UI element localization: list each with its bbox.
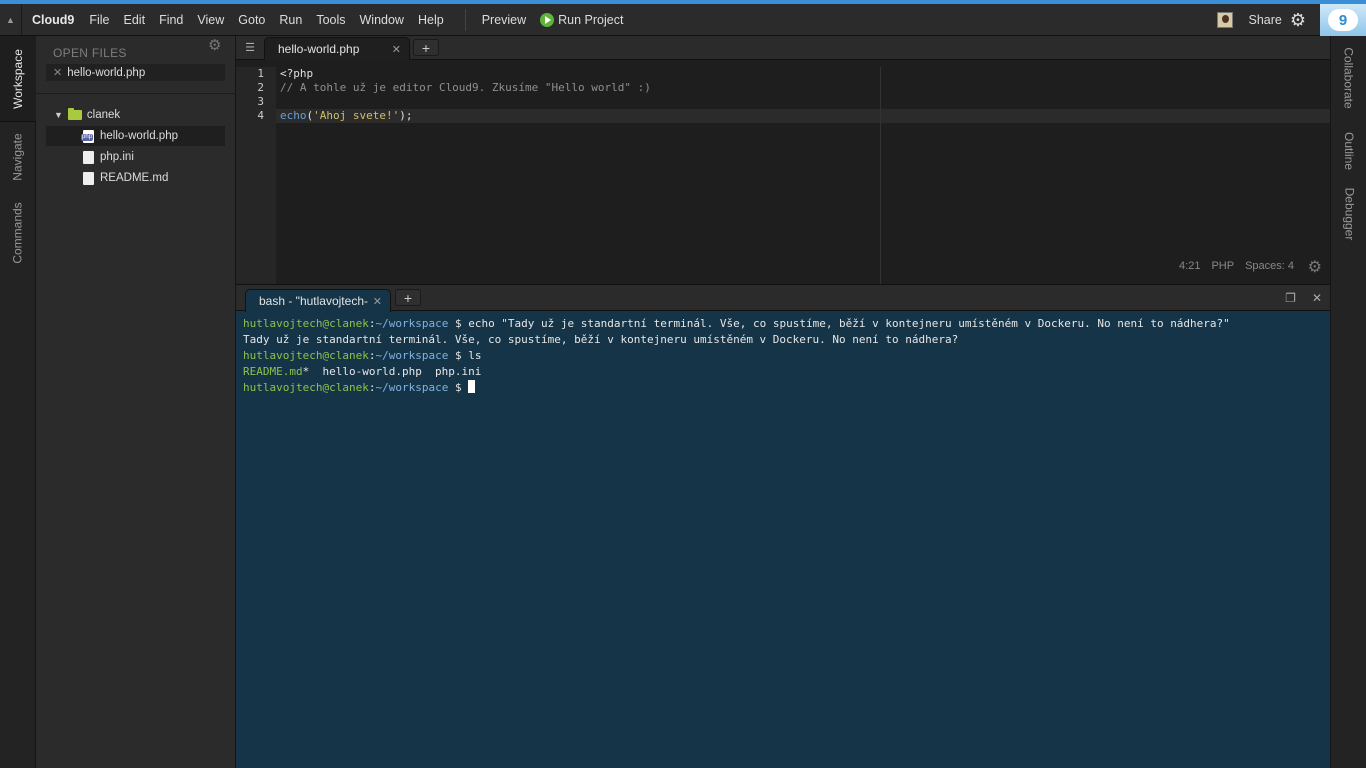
line-number: 3 <box>257 95 264 108</box>
editor-pane: ☰ hello-world.php ✕ + 1 2 3 4 <?php // A… <box>236 36 1330 284</box>
code-area[interactable]: <?php // A tohle už je editor Cloud9. Zk… <box>276 67 1330 284</box>
panel-settings-gear-icon[interactable]: ⚙ <box>208 36 221 54</box>
language-mode[interactable]: PHP <box>1211 260 1234 272</box>
file-icon <box>83 171 94 185</box>
terminal-tab-label: bash - "hutlavojtech- <box>259 294 368 308</box>
menu-goto[interactable]: Goto <box>231 13 272 27</box>
menu-separator <box>464 8 466 31</box>
code-function: echo <box>280 109 307 122</box>
php-file-icon <box>81 129 94 143</box>
editor-status-bar: 4:21 PHP Spaces: 4 <box>1179 260 1294 272</box>
tree-folder-clanek[interactable]: ▼ clanek <box>46 105 225 125</box>
menu-right-area: Share ⚙ 9 <box>1216 4 1366 36</box>
tree-file-label: hello-world.php <box>100 130 178 142</box>
tab-collaborate[interactable]: Collaborate <box>1331 36 1366 120</box>
line-number: 2 <box>257 81 264 94</box>
share-button[interactable]: Share <box>1249 13 1282 27</box>
right-panel-bar: Collaborate Outline Debugger <box>1330 36 1366 768</box>
tab-menu-icon[interactable]: ☰ <box>241 40 259 55</box>
tree-file-label: README.md <box>100 172 169 184</box>
collapse-menu-icon[interactable]: ▲ <box>0 4 22 35</box>
terminal-line: Tady už je standartní terminál. Vše, co … <box>243 333 959 346</box>
avatar[interactable] <box>1216 12 1233 28</box>
menu-find[interactable]: Find <box>152 13 190 27</box>
terminal-line: README.md* hello-world.php php.ini <box>243 365 482 378</box>
new-terminal-tab-button[interactable]: + <box>395 289 421 306</box>
terminal-tab-bar: bash - "hutlavojtech- ✕ + ❐ ✕ <box>236 284 1330 312</box>
line-number-gutter: 1 2 3 4 <box>236 67 276 284</box>
tab-commands[interactable]: Commands <box>0 192 36 274</box>
open-file-label: hello-world.php <box>67 66 146 79</box>
terminal-line: hutlavojtech@clanek:~/workspace $ echo "… <box>243 317 1230 330</box>
terminal-cursor <box>468 380 476 393</box>
terminal-line: hutlavojtech@clanek:~/workspace $ <box>243 380 1230 396</box>
play-icon <box>540 12 555 27</box>
menu-run[interactable]: Run <box>272 13 309 27</box>
editor-tab-label: hello-world.php <box>278 42 360 56</box>
menu-bar: ▲ Cloud9 File Edit Find View Goto Run To… <box>0 0 1366 36</box>
code-line-2: // A tohle už je editor Cloud9. Zkusíme … <box>280 81 651 94</box>
tree-folder-label: clanek <box>86 109 121 121</box>
code-string: 'Ahoj svete!' <box>313 109 400 122</box>
menu-window[interactable]: Window <box>353 13 411 27</box>
brand-menu[interactable]: Cloud9 <box>32 13 74 27</box>
expand-arrow-icon[interactable]: ▼ <box>54 110 63 120</box>
cursor-position[interactable]: 4:21 <box>1179 260 1200 272</box>
menu-tools[interactable]: Tools <box>309 13 352 27</box>
editor-settings-gear-icon[interactable]: ⚙ <box>1308 257 1322 277</box>
code-paren: ); <box>399 109 413 122</box>
open-file-item[interactable]: ✕ hello-world.php <box>46 64 225 81</box>
new-tab-button[interactable]: + <box>413 39 439 56</box>
workspace-panel: OPEN FILES ⚙ ✕ hello-world.php ▼ clanek … <box>36 36 236 768</box>
left-panel-bar: Workspace Navigate Commands <box>0 36 36 768</box>
editor-tab-hello-world[interactable]: hello-world.php ✕ <box>264 37 410 60</box>
divider <box>36 93 236 94</box>
terminal-tab-bash[interactable]: bash - "hutlavojtech- ✕ <box>245 289 391 312</box>
code-line-4: echo('Ahoj svete!'); <box>280 109 412 123</box>
terminal-pane: bash - "hutlavojtech- ✕ + ❐ ✕ hutlavojte… <box>236 284 1330 768</box>
file-icon <box>83 150 94 164</box>
tree-file-readme[interactable]: README.md <box>46 168 225 188</box>
open-files-title: OPEN FILES <box>53 46 127 60</box>
preview-button[interactable]: Preview <box>474 13 534 27</box>
close-pane-icon[interactable]: ✕ <box>1312 291 1322 305</box>
print-margin <box>880 67 881 284</box>
close-icon[interactable]: ✕ <box>53 66 62 79</box>
run-project-button[interactable]: Run Project <box>534 12 629 27</box>
menu-file[interactable]: File <box>82 13 116 27</box>
terminal-output[interactable]: hutlavojtech@clanek:~/workspace $ echo "… <box>243 316 1230 396</box>
line-number: 1 <box>257 67 264 80</box>
indent-setting[interactable]: Spaces: 4 <box>1245 260 1294 272</box>
active-line-highlight <box>276 109 1330 123</box>
cloud9-logo[interactable]: 9 <box>1320 4 1366 36</box>
code-line-1: <?php <box>280 67 314 80</box>
menu-view[interactable]: View <box>190 13 231 27</box>
terminal-pane-icons: ❐ ✕ <box>1285 291 1322 305</box>
maximize-icon[interactable]: ❐ <box>1285 291 1296 305</box>
settings-gear-icon[interactable]: ⚙ <box>1290 10 1306 31</box>
menu-help[interactable]: Help <box>411 13 451 27</box>
tree-file-php-ini[interactable]: php.ini <box>46 147 225 167</box>
tab-navigate[interactable]: Navigate <box>0 122 36 192</box>
tree-file-hello-world[interactable]: hello-world.php <box>46 126 225 146</box>
menu-edit[interactable]: Edit <box>117 13 153 27</box>
line-number: 4 <box>257 109 264 122</box>
close-icon[interactable]: ✕ <box>373 295 382 308</box>
folder-icon <box>67 108 82 120</box>
cloud9-logo-text: 9 <box>1328 9 1358 31</box>
tab-workspace[interactable]: Workspace <box>0 36 36 122</box>
tree-file-label: php.ini <box>100 151 134 163</box>
tab-outline[interactable]: Outline <box>1331 120 1366 182</box>
run-project-label: Run Project <box>558 12 624 27</box>
terminal-line: hutlavojtech@clanek:~/workspace $ ls <box>243 349 482 362</box>
close-icon[interactable]: ✕ <box>392 43 401 56</box>
tab-debugger[interactable]: Debugger <box>1331 182 1366 246</box>
editor-tab-bar: ☰ hello-world.php ✕ + <box>236 36 1330 60</box>
